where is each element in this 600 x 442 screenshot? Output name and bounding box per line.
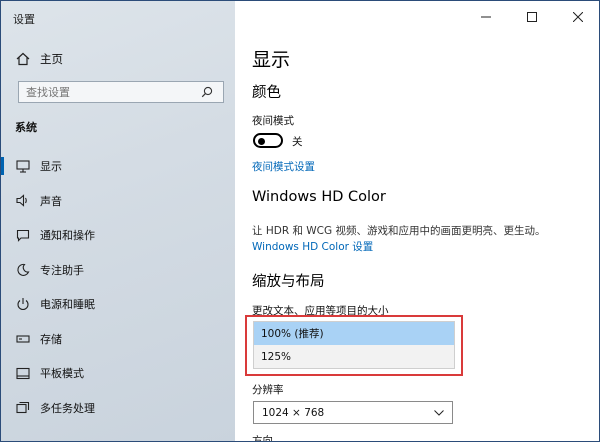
sidebar-item-home[interactable]: 主页 [1,45,235,73]
moon-icon [15,262,31,278]
chevron-down-icon [434,409,444,416]
hdr-description: 让 HDR 和 WCG 视频、游戏和应用中的画面更明亮、更生动。 [252,225,546,237]
night-mode-toggle[interactable] [253,133,283,148]
night-mode-label: 夜间模式 [252,115,294,127]
multitask-icon [15,400,31,416]
storage-icon [15,331,31,347]
search-icon[interactable] [199,84,215,100]
power-icon [15,296,31,312]
notification-icon [15,227,31,243]
monitor-icon [15,158,31,174]
sidebar-nav: 显示 声音 通知和操作 专注助手 电源和睡眠 存储 平板模式 多任务处理 [1,149,235,425]
main-panel: 显示 颜色 夜间模式 关 夜间模式设置 Windows HD Color 让 H… [235,1,599,442]
sidebar-item-multitasking[interactable]: 多任务处理 [1,391,235,426]
section-label: 系统 [15,121,37,134]
app-title: 设置 [13,13,35,26]
resolution-label: 分辨率 [252,384,284,396]
tablet-icon [15,365,31,381]
sidebar-item-tablet-mode[interactable]: 平板模式 [1,356,235,391]
window-controls [463,1,599,33]
scale-heading: 缩放与布局 [252,274,325,290]
sidebar-item-label: 电源和睡眠 [40,298,95,312]
maximize-button[interactable] [509,1,555,33]
sidebar-item-label: 显示 [40,160,62,174]
search-box[interactable] [18,81,224,103]
sidebar: 设置 主页 系统 显示 声 [1,1,235,441]
sidebar-item-label: 平板模式 [40,367,84,381]
sidebar-item-label: 声音 [40,194,62,208]
scale-label: 更改文本、应用等项目的大小 [252,305,389,317]
resolution-select[interactable]: 1024 × 768 [253,401,453,424]
night-mode-settings-link[interactable]: 夜间模式设置 [252,159,315,174]
sidebar-item-storage[interactable]: 存储 [1,322,235,357]
speaker-icon [15,193,31,209]
settings-window: 设置 主页 系统 显示 声 [0,0,600,442]
sidebar-item-notifications[interactable]: 通知和操作 [1,218,235,253]
home-icon [15,51,31,67]
close-icon [573,12,583,22]
toggle-knob [258,137,265,145]
hdr-heading: Windows HD Color [252,189,386,205]
home-label: 主页 [40,52,63,66]
sidebar-item-label: 多任务处理 [40,401,95,415]
color-heading: 颜色 [252,85,281,101]
orientation-label: 方向 [252,435,273,442]
close-button[interactable] [555,1,599,33]
maximize-icon [527,12,537,22]
night-mode-state: 关 [292,136,303,148]
scale-option-125[interactable]: 125% [254,345,454,368]
minimize-icon [481,16,491,18]
resolution-value: 1024 × 768 [262,406,325,419]
sidebar-item-label: 通知和操作 [40,229,95,243]
minimize-button[interactable] [463,1,509,33]
search-input[interactable] [19,82,199,102]
sidebar-item-power[interactable]: 电源和睡眠 [1,287,235,322]
sidebar-item-label: 存储 [40,332,62,346]
scale-option-100[interactable]: 100% (推荐) [254,322,454,345]
hdr-settings-link[interactable]: Windows HD Color 设置 [252,239,373,254]
sidebar-item-display[interactable]: 显示 [1,149,235,184]
sidebar-item-focus-assist[interactable]: 专注助手 [1,253,235,288]
page-title: 显示 [252,49,291,71]
scale-dropdown-list: 100% (推荐) 125% [253,321,455,369]
sidebar-item-label: 专注助手 [40,263,84,277]
sidebar-item-sound[interactable]: 声音 [1,184,235,219]
